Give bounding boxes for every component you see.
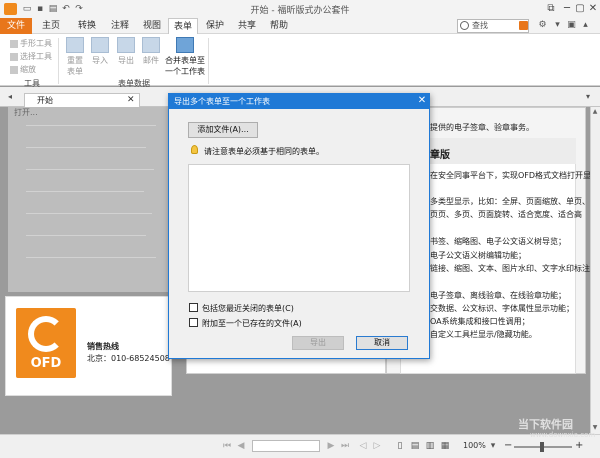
watermark-url: www.downxia.com	[530, 431, 596, 439]
feature-line: 在安全同事平台下，实现OFD格式文档打开显	[430, 171, 592, 180]
hotline-title: 销售热线	[87, 342, 119, 351]
ribbon-divider	[208, 38, 209, 84]
tab-scroll-left-icon[interactable]: ◂	[8, 92, 12, 101]
prev-view-icon[interactable]: ◁	[358, 441, 368, 451]
feature-line: 交数据、公文标识、字体属性显示功能；	[430, 304, 574, 313]
dialog-close-icon[interactable]: ✕	[416, 94, 428, 107]
feature-line: 多类型显示，比如：全屏、页面缩放、单页、	[430, 197, 590, 206]
single-page-view-icon[interactable]: ▯	[395, 441, 405, 451]
zoom-slider-thumb[interactable]	[540, 442, 544, 452]
export-icon	[117, 37, 135, 53]
feature-line: OA系统集成和接口性调用；	[430, 317, 530, 326]
start-left-panel	[8, 107, 170, 292]
tab-form[interactable]: 表单	[168, 18, 198, 34]
feature-line: 页页、多页、页面旋转、适合宽度、适合高	[430, 210, 582, 219]
vertical-scrollbar[interactable]	[590, 107, 600, 434]
dialog-title: 导出多个表单至一个工作表	[174, 97, 270, 106]
export-button[interactable]: 导出	[292, 336, 344, 350]
merge-forms-icon	[176, 37, 194, 53]
maximize-button[interactable]: ▢	[573, 3, 587, 15]
add-file-button[interactable]: 添加文件(A)...	[188, 122, 258, 138]
zoom-out-icon[interactable]: −	[504, 440, 512, 451]
tab-home[interactable]: 主页	[36, 18, 66, 34]
prev-page-icon[interactable]: ◀	[236, 441, 246, 451]
placeholder-line	[26, 191, 144, 192]
feature-line: 电子公文语义树编辑功能；	[430, 251, 526, 260]
placeholder-line	[26, 235, 146, 236]
zoom-level[interactable]: 100%	[463, 441, 486, 450]
append-existing-label[interactable]: 附加至一个已存在的文件(A)	[202, 318, 302, 329]
next-view-icon[interactable]: ▷	[372, 441, 382, 451]
close-button[interactable]: ✕	[586, 3, 600, 15]
hand-tool-button[interactable]: 手形工具	[10, 38, 52, 49]
page-number-input[interactable]	[252, 440, 320, 452]
feature-line: 电子签章、离线验章、在线验章功能；	[430, 291, 566, 300]
right-intro-text: 提供的电子签章、验章事务。	[430, 123, 534, 132]
lightbulb-icon	[191, 145, 198, 154]
minimize-button[interactable]: ─	[560, 3, 574, 15]
skin-icon[interactable]: ▣	[566, 20, 577, 31]
tab-file[interactable]: 文件	[0, 18, 32, 34]
append-existing-checkbox[interactable]	[189, 318, 198, 327]
mail-icon	[142, 37, 160, 53]
first-page-icon[interactable]: ⏮	[222, 441, 232, 451]
zoom-dropdown-icon[interactable]: ▾	[488, 441, 498, 451]
continuous-view-icon[interactable]: ▤	[410, 441, 420, 451]
zoom-tool-button[interactable]: 缩放	[10, 64, 36, 75]
dialog-note: 请注意表单必须基于相同的表单。	[204, 147, 324, 156]
zoom-in-icon[interactable]: +	[575, 440, 583, 451]
include-recent-label[interactable]: 包括您最近关闭的表单(C)	[202, 303, 294, 314]
feature-line: 书签、缩略图、电子公文语义树导览；	[430, 237, 566, 246]
reset-form-button[interactable]: 重置 表单	[64, 37, 86, 79]
watermark-text: 当下软件园	[518, 418, 573, 431]
search-icon	[460, 21, 469, 30]
settings-gear-icon[interactable]: ⚙	[537, 20, 548, 31]
zoom-icon	[10, 65, 18, 74]
facing-view-icon[interactable]: ▥	[425, 441, 435, 451]
tab-comment[interactable]: 注释	[105, 18, 135, 34]
export-button-ribbon[interactable]: 导出	[116, 37, 136, 79]
placeholder-line	[26, 169, 154, 170]
next-page-icon[interactable]: ▶	[326, 441, 336, 451]
tab-protect[interactable]: 保护	[200, 18, 230, 34]
tab-help[interactable]: 帮助	[264, 18, 294, 34]
last-page-icon[interactable]: ⏭	[340, 441, 350, 451]
hand-icon	[10, 39, 18, 48]
tab-close-icon[interactable]: ✕	[127, 95, 135, 105]
placeholder-line	[26, 147, 146, 148]
ribbon-divider	[58, 38, 59, 84]
import-icon	[91, 37, 109, 53]
search-go-icon[interactable]	[519, 21, 528, 30]
open-recent-heading[interactable]: 打开...	[14, 107, 38, 118]
tab-view[interactable]: 视图	[137, 18, 167, 34]
tab-share[interactable]: 共享	[232, 18, 262, 34]
tab-list-icon[interactable]: ▾	[586, 92, 590, 101]
cancel-button[interactable]: 取消	[356, 336, 408, 350]
placeholder-line	[26, 213, 152, 214]
feature-card-title: 章版	[430, 150, 450, 161]
ribbon-collapse-icon[interactable]: ▴	[580, 20, 591, 31]
feature-line: 自定义工具栏显示/隐藏功能。	[430, 330, 537, 339]
scroll-up-icon[interactable]: ▲	[591, 108, 599, 116]
fit-width-icon[interactable]: ▦	[440, 441, 450, 451]
placeholder-line	[26, 125, 156, 126]
file-list-box[interactable]	[188, 164, 410, 292]
restore-icon[interactable]: ⧉	[544, 3, 558, 15]
ofd-logo-text: OFD	[30, 356, 62, 371]
feature-line: 链接、缩图、文本、图片水印、文字水印标注	[430, 264, 590, 273]
tab-convert[interactable]: 转换	[72, 18, 102, 34]
hotline-phone: 北京：010-68524508	[87, 354, 170, 363]
mail-button[interactable]: 邮件	[141, 37, 161, 79]
window-title: 开始 - 福昕版式办公套件	[250, 6, 350, 16]
include-recent-checkbox[interactable]	[189, 303, 198, 312]
placeholder-line	[26, 257, 156, 258]
select-tool-button[interactable]: 选择工具	[10, 51, 52, 62]
import-button[interactable]: 导入	[90, 37, 110, 79]
reset-form-icon	[66, 37, 84, 53]
document-tab[interactable]: 开始	[24, 93, 140, 108]
chevron-down-icon[interactable]: ▾	[552, 20, 563, 31]
select-icon	[10, 52, 18, 61]
merge-forms-button[interactable]: 合并表单至 一个工作表	[164, 37, 206, 79]
